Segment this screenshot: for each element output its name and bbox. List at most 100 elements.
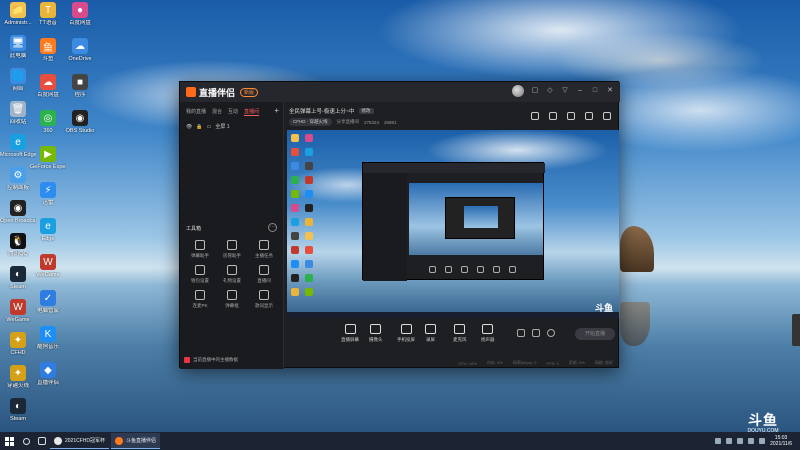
source-control[interactable]: 麦克风	[453, 324, 467, 343]
taskbar-task[interactable]: 2021CFHD冠军杯	[50, 433, 110, 449]
status-item: 码率(kbps): 0	[512, 360, 537, 365]
network-icon[interactable]	[748, 438, 755, 444]
desktop-icon[interactable]: ■ 程序	[62, 74, 98, 98]
lock-icon[interactable]: 🔒	[196, 124, 202, 130]
source-control[interactable]: 摄像头	[369, 324, 383, 343]
app-titlebar[interactable]: 直播伴侣 新版 ▢ ◇ ▽ – □ ✕	[180, 82, 620, 102]
start-button[interactable]	[0, 432, 18, 450]
scene-item[interactable]: 👁 🔒 ▭ 全屏 1	[180, 119, 283, 134]
desktop-app-icon: 🖥	[10, 35, 26, 51]
tool-label: 礼物设置	[223, 278, 241, 283]
tray-app-icon[interactable]	[715, 438, 722, 444]
scene-tab[interactable]: 互动	[228, 108, 238, 116]
source-control[interactable]: 录屏	[425, 324, 436, 343]
toolbox-more-icon[interactable]: ···	[268, 223, 277, 232]
desktop-icon[interactable]: ▶ GeForce Experience	[30, 146, 66, 170]
desktop-icon[interactable]: ◆ 直播伴侣	[30, 362, 66, 386]
status-item: 内存: 8%	[486, 360, 503, 365]
visibility-icon[interactable]: 👁	[186, 124, 192, 130]
settings-icon[interactable]: ▽	[561, 87, 569, 95]
preview-icon	[305, 176, 313, 184]
room-meta-row: CFHD · 穿越火线 分享直播间 275324 26881	[289, 118, 397, 126]
tool-item[interactable]: 钱包设置	[184, 265, 216, 284]
taskbar-task-icon	[54, 436, 62, 445]
source-control[interactable]: 直播屏幕	[341, 324, 359, 343]
tool-icon	[195, 290, 205, 300]
tool-item[interactable]: 弹幕框	[216, 290, 248, 309]
share-room-link[interactable]: 分享直播间	[337, 119, 360, 125]
minimize-icon[interactable]: –	[576, 87, 584, 95]
maximize-icon[interactable]: □	[591, 87, 599, 95]
scene-tab[interactable]: 我的直播	[186, 108, 206, 116]
edit-title-button[interactable]: 修改	[358, 108, 374, 114]
gear-icon[interactable]	[547, 329, 555, 337]
taskbar-task[interactable]: 斗鱼直播伴侣	[111, 433, 161, 449]
version-badge[interactable]: 新版	[240, 87, 259, 97]
tool-item[interactable]: 弹幕助手	[184, 240, 216, 259]
desktop-icon[interactable]: ☁ OneDrive	[62, 38, 98, 62]
source-control-icon	[370, 324, 382, 334]
toolbox-grid: 弹幕助手 房管助手 主播任务钱包设置 礼物设置 直播间连麦PK 弹幕框 歌词显示	[184, 240, 280, 309]
desktop-icon[interactable]: e Edge	[30, 218, 66, 242]
viewer-count: 26881	[384, 119, 397, 125]
desktop-icon-label: 迅雷	[42, 200, 54, 206]
desktop-app-icon: ◎	[40, 110, 56, 126]
desktop-icon[interactable]: ◎ 360	[30, 110, 66, 134]
desktop-app-icon: T	[40, 2, 56, 18]
desktop-icon[interactable]: ⚡ 迅雷	[30, 182, 66, 206]
desktop-app-icon: 鱼	[40, 38, 56, 54]
desktop-icon[interactable]: ◐ Steam	[0, 398, 36, 422]
desktop-icon[interactable]: 鱼斗鱼	[30, 38, 66, 62]
search-icon[interactable]	[18, 432, 34, 450]
tray-shield-icon[interactable]	[737, 438, 744, 444]
add-scene-icon[interactable]: +	[274, 106, 279, 115]
source-control[interactable]: 手机投屏	[397, 324, 415, 343]
taskbar-tasks: 2021CFHD冠军杯 斗鱼直播伴侣	[50, 433, 162, 449]
desktop-icon-label: Edge	[41, 236, 55, 242]
desktop-icon[interactable]: ◉ OBS Studio	[62, 110, 98, 134]
share-icon[interactable]	[603, 112, 611, 120]
clock[interactable]: 15:03 2021/11/6	[770, 435, 792, 447]
notification-icon[interactable]	[585, 112, 593, 120]
notice-bar[interactable]: 当前直播中的主播数据	[184, 357, 238, 363]
tool-item[interactable]: 直播间	[248, 265, 280, 284]
desktop-icon-label: 斗鱼	[42, 56, 54, 62]
scene-tab[interactable]: 直播间	[244, 108, 260, 116]
task-view-icon[interactable]	[34, 432, 50, 450]
desktop-app-icon: W	[40, 254, 56, 270]
close-icon[interactable]: ✕	[606, 87, 614, 95]
start-stream-button[interactable]: 开始直播	[575, 328, 615, 340]
desktop-icon[interactable]: T TT语音	[30, 2, 66, 26]
gift-icon[interactable]	[531, 112, 539, 120]
lock-icon[interactable]	[549, 112, 557, 120]
tool-item[interactable]: 主播任务	[248, 240, 280, 259]
tool-item[interactable]: 礼物设置	[216, 265, 248, 284]
tray-app-icon[interactable]	[726, 438, 733, 444]
preview-icon	[291, 288, 299, 296]
left-panel: 我的直播 混合 互动 直播间 + 👁 🔒 ▭ 全屏 1 工具箱 ··· 弹幕助手 房管助…	[180, 102, 284, 369]
tool-icon	[195, 265, 205, 275]
category-badge[interactable]: CFHD · 穿越火线	[289, 118, 332, 126]
record-icon[interactable]	[567, 112, 575, 120]
system-tray: 15:03 2021/11/6	[715, 432, 792, 450]
desktop-icon[interactable]: K 酷狗音乐	[30, 326, 66, 350]
preview-icon	[305, 232, 313, 240]
tool-item[interactable]: 歌词显示	[248, 290, 280, 309]
tool-item[interactable]: 连麦PK	[184, 290, 216, 309]
scene-tab[interactable]: 混合	[212, 108, 222, 116]
desktop-icon[interactable]: ● 百度网盘	[62, 2, 98, 26]
skin-icon[interactable]: ◇	[546, 87, 554, 95]
stream-preview[interactable]: 斗鱼	[287, 130, 619, 318]
side-collapse-tab[interactable]	[792, 314, 800, 346]
desktop-icon[interactable]: ✓ 电脑管家	[30, 290, 66, 314]
beauty-icon[interactable]	[532, 329, 540, 337]
desktop-icon[interactable]: W WeGame	[30, 254, 66, 278]
desktop-icon[interactable]: ☁ 百度网盘	[30, 74, 66, 98]
message-icon[interactable]: ▢	[531, 87, 539, 95]
tool-item[interactable]: 房管助手	[216, 240, 248, 259]
volume-icon[interactable]	[759, 438, 766, 444]
desktop-app-icon: W	[10, 299, 26, 315]
user-avatar[interactable]	[512, 85, 524, 97]
source-control[interactable]: 扬声器	[481, 324, 495, 343]
camera-settings-icon[interactable]	[517, 329, 525, 337]
